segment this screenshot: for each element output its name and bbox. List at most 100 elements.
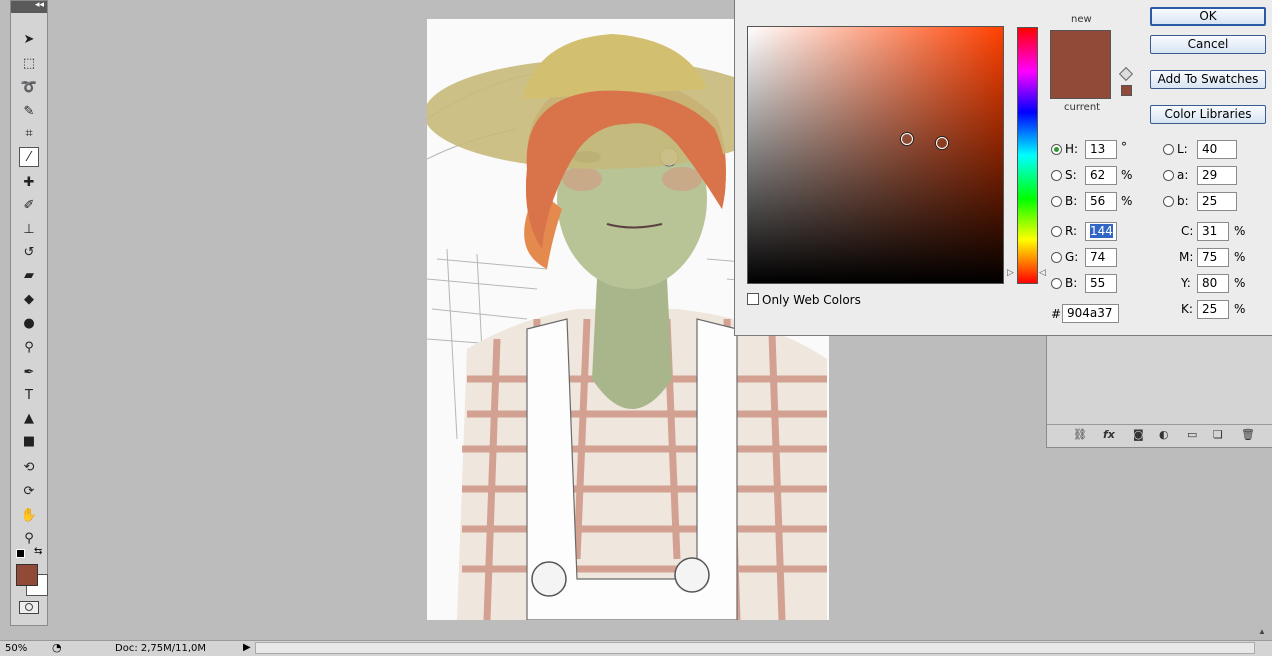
cyan-input[interactable]: 31 bbox=[1197, 222, 1229, 241]
saturation-unit: % bbox=[1121, 168, 1133, 182]
saturation-input[interactable]: 62 bbox=[1085, 166, 1117, 185]
red-input[interactable]: 144 bbox=[1085, 222, 1117, 241]
lab-a-label: a: bbox=[1177, 168, 1189, 182]
blue-label: B: bbox=[1065, 276, 1078, 290]
layer-style-icon[interactable]: fx bbox=[1103, 428, 1115, 441]
crop-tool[interactable]: ⌗ bbox=[19, 123, 39, 143]
collapse-panel-icon[interactable]: ◂◂ bbox=[35, 0, 44, 10]
yellow-input[interactable]: 80 bbox=[1197, 274, 1229, 293]
green-radio[interactable] bbox=[1051, 252, 1062, 263]
gamut-color-swatch[interactable] bbox=[1121, 85, 1132, 96]
new-color-marker[interactable] bbox=[936, 137, 948, 149]
lasso-tool[interactable]: ➰ bbox=[19, 77, 39, 97]
ok-button[interactable]: OK bbox=[1150, 7, 1266, 26]
lab-a-input[interactable]: 29 bbox=[1197, 166, 1237, 185]
lab-b-label: b: bbox=[1177, 194, 1189, 208]
3d-orbit-tool[interactable]: ⟳ bbox=[19, 481, 39, 501]
cyan-label: C: bbox=[1181, 224, 1194, 238]
hue-unit: ° bbox=[1121, 140, 1127, 154]
red-radio[interactable] bbox=[1051, 226, 1062, 237]
brush-tool[interactable]: ✐ bbox=[19, 195, 39, 215]
layer-mask-icon[interactable]: ◙ bbox=[1133, 428, 1144, 441]
red-label: R: bbox=[1065, 224, 1078, 238]
only-web-colors-label: Only Web Colors bbox=[762, 293, 861, 307]
hue-slider-right-arrow[interactable]: ◁ bbox=[1039, 268, 1046, 278]
lab-a-radio[interactable] bbox=[1163, 170, 1174, 181]
red-input-value: 144 bbox=[1090, 224, 1113, 238]
tools-panel-header[interactable]: ◂◂ bbox=[11, 0, 47, 13]
type-tool[interactable]: T bbox=[19, 385, 39, 405]
new-group-icon[interactable]: ▭ bbox=[1187, 428, 1197, 441]
current-color-swatch[interactable] bbox=[1050, 66, 1111, 99]
hex-input[interactable]: 904a37 bbox=[1062, 304, 1119, 323]
hue-input[interactable]: 13 bbox=[1085, 140, 1117, 159]
zoom-level[interactable]: 50% bbox=[5, 643, 27, 654]
brightness-label: B: bbox=[1065, 194, 1078, 208]
hue-slider-left-arrow[interactable]: ▷ bbox=[1007, 268, 1014, 278]
default-colors-icon[interactable] bbox=[16, 549, 25, 558]
black-unit: % bbox=[1234, 302, 1246, 316]
pen-tool[interactable]: ✒ bbox=[19, 362, 39, 382]
brightness-radio[interactable] bbox=[1051, 196, 1062, 207]
green-input[interactable]: 74 bbox=[1085, 248, 1117, 267]
blue-radio[interactable] bbox=[1051, 278, 1062, 289]
status-menu-arrow-icon[interactable]: ▶ bbox=[243, 642, 251, 653]
yellow-label: Y: bbox=[1181, 276, 1191, 290]
lab-l-radio[interactable] bbox=[1163, 144, 1174, 155]
blue-input[interactable]: 55 bbox=[1085, 274, 1117, 293]
cancel-button[interactable]: Cancel bbox=[1150, 35, 1266, 54]
eyedropper-tool[interactable]: ⁄ bbox=[19, 147, 39, 167]
vertical-scrollbar-arrow-icon[interactable]: ▲ bbox=[1258, 627, 1266, 636]
brightness-unit: % bbox=[1121, 194, 1133, 208]
paint-bucket-tool[interactable]: ◆ bbox=[19, 289, 39, 309]
foreground-color-swatch[interactable] bbox=[16, 564, 38, 586]
black-input[interactable]: 25 bbox=[1197, 300, 1229, 319]
delete-layer-icon[interactable]: 🗑 bbox=[1241, 428, 1255, 441]
zoom-tool[interactable]: ⚲ bbox=[19, 528, 39, 548]
brightness-input[interactable]: 56 bbox=[1085, 192, 1117, 211]
history-brush-tool[interactable]: ↺ bbox=[19, 242, 39, 262]
only-web-colors-checkbox[interactable] bbox=[747, 293, 759, 305]
clone-stamp-tool[interactable]: ⊥ bbox=[19, 219, 39, 239]
adjustment-layer-icon[interactable]: ◐ bbox=[1159, 428, 1169, 441]
add-to-swatches-button[interactable]: Add To Swatches bbox=[1150, 70, 1266, 89]
spot-healing-brush-tool[interactable]: ✚ bbox=[19, 172, 39, 192]
current-color-marker bbox=[901, 133, 913, 145]
hex-label: # bbox=[1051, 307, 1062, 321]
lab-l-input[interactable]: 40 bbox=[1197, 140, 1237, 159]
dodge-tool[interactable]: ⚲ bbox=[19, 337, 39, 357]
cyan-unit: % bbox=[1234, 224, 1246, 238]
layers-panel: ⛓ fx ◙ ◐ ▭ ❏ 🗑 bbox=[1046, 336, 1272, 448]
link-layers-icon[interactable]: ⛓ bbox=[1073, 428, 1087, 441]
eraser-tool[interactable]: ▰ bbox=[19, 265, 39, 285]
blur-tool[interactable]: ● bbox=[19, 313, 39, 333]
magenta-input[interactable]: 75 bbox=[1197, 248, 1229, 267]
hue-slider[interactable] bbox=[1017, 27, 1038, 284]
quick-mask-button[interactable] bbox=[19, 601, 39, 614]
hue-radio[interactable] bbox=[1051, 144, 1062, 155]
new-color-swatch bbox=[1050, 30, 1111, 66]
horizontal-scrollbar[interactable] bbox=[255, 642, 1255, 654]
quick-selection-tool[interactable]: ✎ bbox=[19, 101, 39, 121]
rectangular-marquee-tool[interactable]: ⬚ bbox=[19, 53, 39, 73]
3d-rotate-tool[interactable]: ⟲ bbox=[19, 457, 39, 477]
lab-b-radio[interactable] bbox=[1163, 196, 1174, 207]
swap-colors-icon[interactable]: ⇆ bbox=[34, 546, 42, 557]
rectangle-tool[interactable]: ■ bbox=[19, 431, 39, 451]
magenta-label: M: bbox=[1179, 250, 1194, 264]
yellow-unit: % bbox=[1234, 276, 1246, 290]
current-color-label: current bbox=[1064, 102, 1101, 113]
status-options-icon[interactable]: ◔ bbox=[52, 641, 62, 654]
hand-tool[interactable]: ✋ bbox=[19, 505, 39, 525]
color-libraries-button[interactable]: Color Libraries bbox=[1150, 105, 1266, 124]
move-tool[interactable]: ➤ bbox=[19, 29, 39, 49]
saturation-brightness-field[interactable] bbox=[747, 26, 1004, 284]
saturation-label: S: bbox=[1065, 168, 1077, 182]
lab-b-input[interactable]: 25 bbox=[1197, 192, 1237, 211]
document-size-info: Doc: 2,75M/11,0M bbox=[115, 643, 207, 654]
lab-l-label: L: bbox=[1177, 142, 1188, 156]
new-layer-icon[interactable]: ❏ bbox=[1213, 428, 1223, 441]
path-selection-tool[interactable]: ▲ bbox=[19, 408, 39, 428]
saturation-radio[interactable] bbox=[1051, 170, 1062, 181]
tools-panel: ◂◂ ➤ ⬚ ➰ ✎ ⌗ ⁄ ✚ ✐ ⊥ ↺ ▰ ◆ ● ⚲ ✒ T ▲ ■ ⟲ ⟳ ✋ ⚲ ⇆ bbox=[10, 0, 48, 626]
